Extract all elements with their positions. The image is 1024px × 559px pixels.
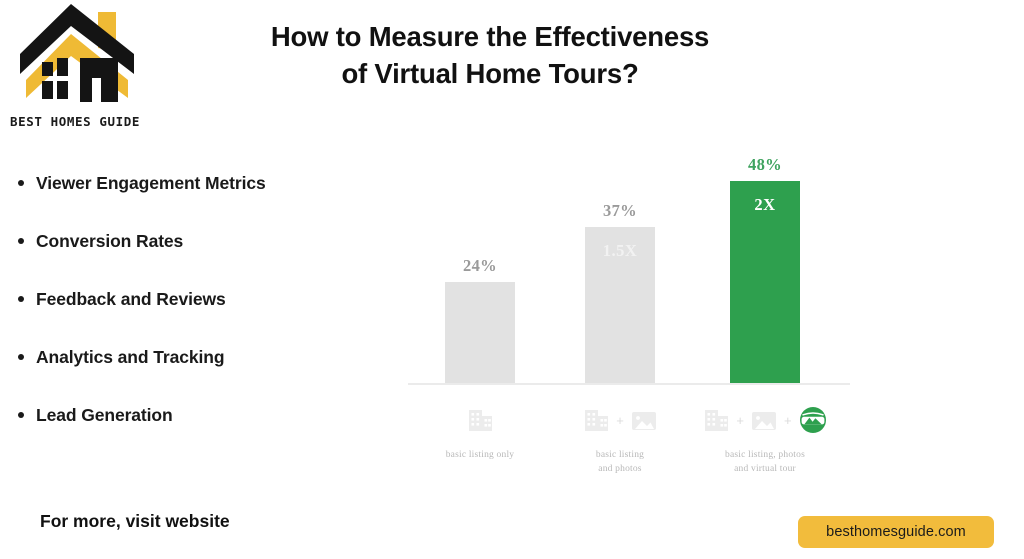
list-item-label: Feedback and Reviews [36, 289, 226, 309]
page-title: How to Measure the Effectiveness of Virt… [205, 18, 775, 92]
table-row: 1.5X [585, 227, 655, 383]
table-row [445, 282, 515, 383]
category-label: basic listing and photos [545, 448, 695, 476]
bullet-dot-icon [18, 354, 24, 360]
list-item: Analytics and Tracking [18, 344, 416, 402]
category-label: basic listing, photos and virtual tour [690, 448, 840, 476]
building-icon [469, 410, 492, 431]
house-roof-logo-icon [6, 2, 136, 107]
bullet-dot-icon [18, 296, 24, 302]
list-item-label: Analytics and Tracking [36, 347, 225, 367]
bullet-dot-icon [18, 238, 24, 244]
bar-value-label: 48% [748, 155, 782, 174]
key-points-list: Viewer Engagement Metrics Conversion Rat… [10, 170, 416, 460]
list-item: Feedback and Reviews [18, 286, 416, 344]
plus-icon: + [784, 412, 792, 428]
list-item: Lead Generation [18, 402, 416, 460]
category-icon-row: + + [690, 398, 840, 442]
bar-group: 37% 1.5X [585, 130, 655, 383]
category-icon-row [405, 398, 555, 442]
building-icon [705, 410, 729, 431]
bar-chart: 24% 37% 1.5X 48% 2X basic listing only +… [404, 130, 854, 500]
list-item: Conversion Rates [18, 228, 416, 286]
photo-icon [631, 412, 656, 430]
bar-inner-label: 1.5X [602, 241, 638, 260]
chart-category-1: + basic listing and photos [545, 398, 695, 476]
plus-icon: + [616, 412, 624, 428]
photo-icon [752, 412, 776, 430]
category-icon-row: + [545, 398, 695, 442]
footer-cta-text: For more, visit website [40, 511, 230, 531]
bar-value-label: 24% [463, 256, 497, 275]
brand-logo: BEST HOMES GUIDE [6, 2, 146, 138]
bullet-dot-icon [18, 412, 24, 418]
bar-value-label: 37% [603, 201, 637, 220]
page-title-line-2: of Virtual Home Tours? [341, 58, 639, 90]
list-item-label: Conversion Rates [36, 231, 184, 251]
table-row: 2X [730, 181, 800, 383]
list-item-label: Lead Generation [36, 405, 173, 425]
building-icon [585, 410, 609, 431]
list-item: Viewer Engagement Metrics [18, 170, 416, 228]
list-item-label: Viewer Engagement Metrics [36, 173, 266, 193]
bullet-dot-icon [18, 180, 24, 186]
brand-wordmark: BEST HOMES GUIDE [9, 114, 140, 129]
bar-group: 24% [445, 130, 515, 383]
chart-category-2: + + basic listing, photos and virtual to… [690, 398, 840, 476]
category-label-line: basic listing, photos [725, 450, 805, 460]
category-label: basic listing only [405, 448, 555, 462]
category-label-line: basic listing only [445, 450, 515, 460]
chart-axis-line [408, 383, 850, 385]
bar-group: 48% 2X [730, 130, 800, 383]
plus-icon: + [736, 412, 744, 428]
bar-inner-label: 2X [754, 195, 776, 214]
virtual-tour-icon [799, 407, 826, 433]
category-label-line: basic listing [595, 450, 645, 460]
category-label-line: and photos [598, 464, 642, 474]
category-label-line: and virtual tour [734, 464, 796, 474]
chart-plot-area: 24% 37% 1.5X 48% 2X [404, 130, 854, 383]
chart-category-0: basic listing only [405, 398, 555, 462]
website-button[interactable]: besthomesguide.com [798, 516, 994, 548]
page-title-line-1: How to Measure the Effectiveness [270, 21, 710, 52]
